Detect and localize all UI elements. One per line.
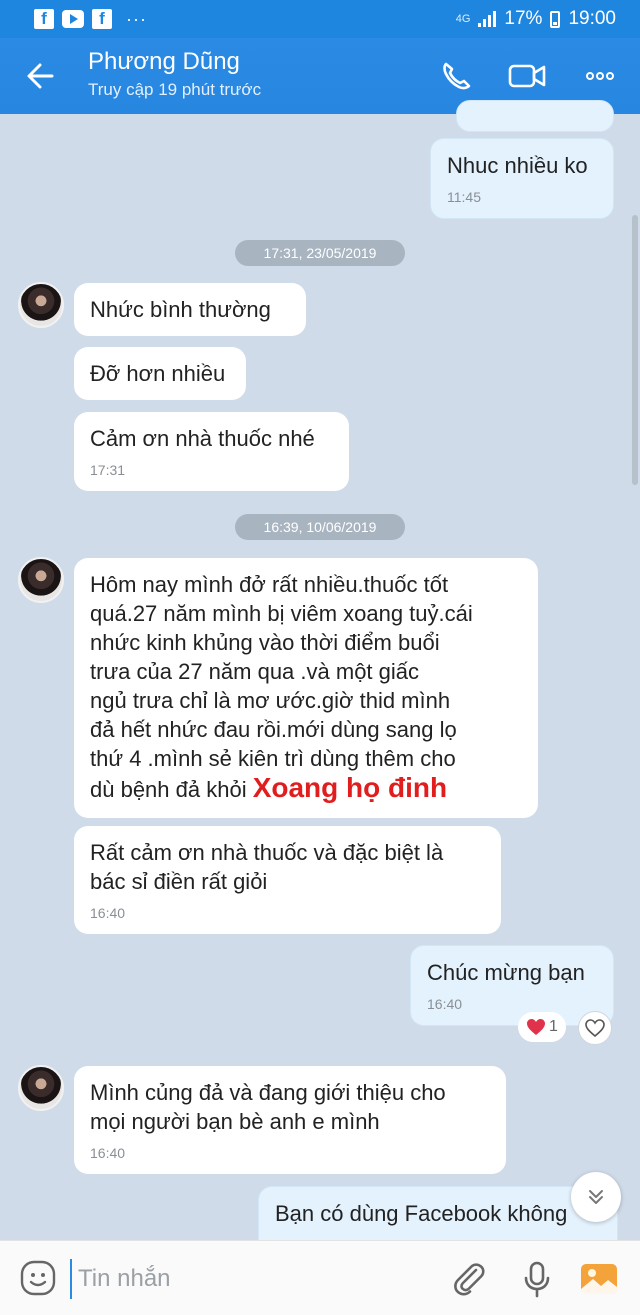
message-time: 11:45 bbox=[447, 189, 481, 205]
message-time: 16:40 bbox=[90, 905, 126, 921]
message-line: ngủ trưa chỉ là mơ ước.giờ thid mình bbox=[90, 688, 451, 713]
message-time: 16:40 bbox=[90, 1145, 126, 1161]
message-line: quá.27 năm mình bị viêm xoang tuỷ.cái bbox=[90, 601, 473, 626]
message-text: Nhức bình thường bbox=[90, 297, 271, 322]
message-line: nhức kinh khủng vào thời điểm buổi bbox=[90, 630, 440, 655]
last-seen-status: Truy cập 19 phút trước bbox=[88, 80, 262, 99]
message-line: mọi người bạn bè anh e mình bbox=[90, 1109, 380, 1134]
phone-call-icon[interactable] bbox=[436, 56, 476, 96]
signal-icon bbox=[478, 11, 497, 27]
facebook-icon: f bbox=[34, 9, 54, 29]
contact-name[interactable]: Phương Dũng bbox=[88, 48, 240, 76]
microphone-icon[interactable] bbox=[516, 1258, 558, 1300]
clock: 19:00 bbox=[568, 8, 616, 29]
heart-icon bbox=[527, 1019, 545, 1035]
facebook-icon: f bbox=[92, 9, 112, 29]
paperclip-icon[interactable] bbox=[448, 1258, 490, 1300]
image-gallery-icon[interactable] bbox=[578, 1258, 620, 1300]
contact-avatar[interactable] bbox=[18, 282, 64, 328]
message-text: Cảm ơn nhà thuốc nhé bbox=[90, 426, 315, 451]
youtube-icon bbox=[62, 10, 84, 28]
message-composer bbox=[0, 1240, 640, 1315]
message-text: Chúc mừng bạn bbox=[427, 960, 585, 985]
received-message[interactable]: Rất cảm ơn nhà thuốc và đặc biệt là bác … bbox=[74, 826, 501, 934]
message-input[interactable] bbox=[70, 1259, 430, 1299]
date-separator: 17:31, 23/05/2019 bbox=[235, 240, 405, 266]
scrollbar[interactable] bbox=[632, 215, 638, 485]
status-bar: f f ··· 4G 17% 19:00 bbox=[0, 0, 640, 38]
scroll-to-bottom-button[interactable] bbox=[571, 1172, 621, 1222]
message-text: Nhuc nhiều ko bbox=[447, 153, 588, 178]
reaction-count: 1 bbox=[549, 1018, 558, 1035]
contact-avatar[interactable] bbox=[18, 1065, 64, 1111]
received-message[interactable]: Cảm ơn nhà thuốc nhé 17:31 bbox=[74, 412, 349, 491]
emoji-icon[interactable] bbox=[18, 1258, 58, 1298]
sent-message[interactable]: Nhuc nhiều ko 11:45 bbox=[430, 138, 614, 219]
message-line: Rất cảm ơn nhà thuốc và đặc biệt là bbox=[90, 840, 444, 865]
notification-icons: f f ··· bbox=[34, 9, 147, 30]
received-message[interactable]: Đỡ hơn nhiều bbox=[74, 347, 246, 400]
date-separator: 16:39, 10/06/2019 bbox=[235, 514, 405, 540]
add-reaction-button[interactable] bbox=[578, 1011, 612, 1045]
battery-icon bbox=[550, 10, 561, 28]
back-arrow-icon[interactable] bbox=[22, 58, 62, 94]
message-text: Bạn có dùng Facebook không bbox=[275, 1201, 568, 1226]
received-message[interactable]: Hôm nay mình đở rất nhiều.thuốc tốt quá.… bbox=[74, 558, 538, 818]
watermark-overlay-text: Xoang họ đinh bbox=[252, 772, 448, 803]
video-call-icon[interactable] bbox=[506, 56, 546, 96]
message-time: 16:40 bbox=[427, 996, 463, 1012]
partial-message-bubble bbox=[456, 100, 614, 132]
more-notifications-icon: ··· bbox=[126, 8, 147, 29]
message-time: 17:31 bbox=[90, 462, 126, 478]
contact-avatar[interactable] bbox=[18, 557, 64, 603]
message-text: Đỡ hơn nhiều bbox=[90, 361, 226, 386]
received-message[interactable]: Mình củng đả và đang giới thiệu cho mọi … bbox=[74, 1066, 506, 1174]
message-line: trưa của 27 năm qua .và một giấc bbox=[90, 659, 420, 684]
message-line: đả hết nhức đau rồi.mới dùng sang lọ bbox=[90, 717, 457, 742]
message-line: Hôm nay mình đở rất nhiều.thuốc tốt bbox=[90, 572, 449, 597]
heart-outline-icon bbox=[585, 1019, 605, 1037]
message-line: dù bệnh đả khỏi bbox=[90, 777, 247, 802]
received-message[interactable]: Nhức bình thường bbox=[74, 283, 306, 336]
message-line: bác sỉ điền rất giỏi bbox=[90, 869, 268, 894]
message-line: thứ 4 .mình sẻ kiên trì dùng thêm cho bbox=[90, 746, 456, 771]
network-type: 4G bbox=[455, 13, 471, 25]
double-chevron-down-icon bbox=[589, 1190, 603, 1204]
reaction-badge[interactable]: 1 bbox=[518, 1012, 566, 1042]
battery-percent: 17% bbox=[504, 8, 543, 29]
message-line: Mình củng đả và đang giới thiệu cho bbox=[90, 1080, 446, 1105]
more-options-icon[interactable] bbox=[580, 56, 620, 96]
